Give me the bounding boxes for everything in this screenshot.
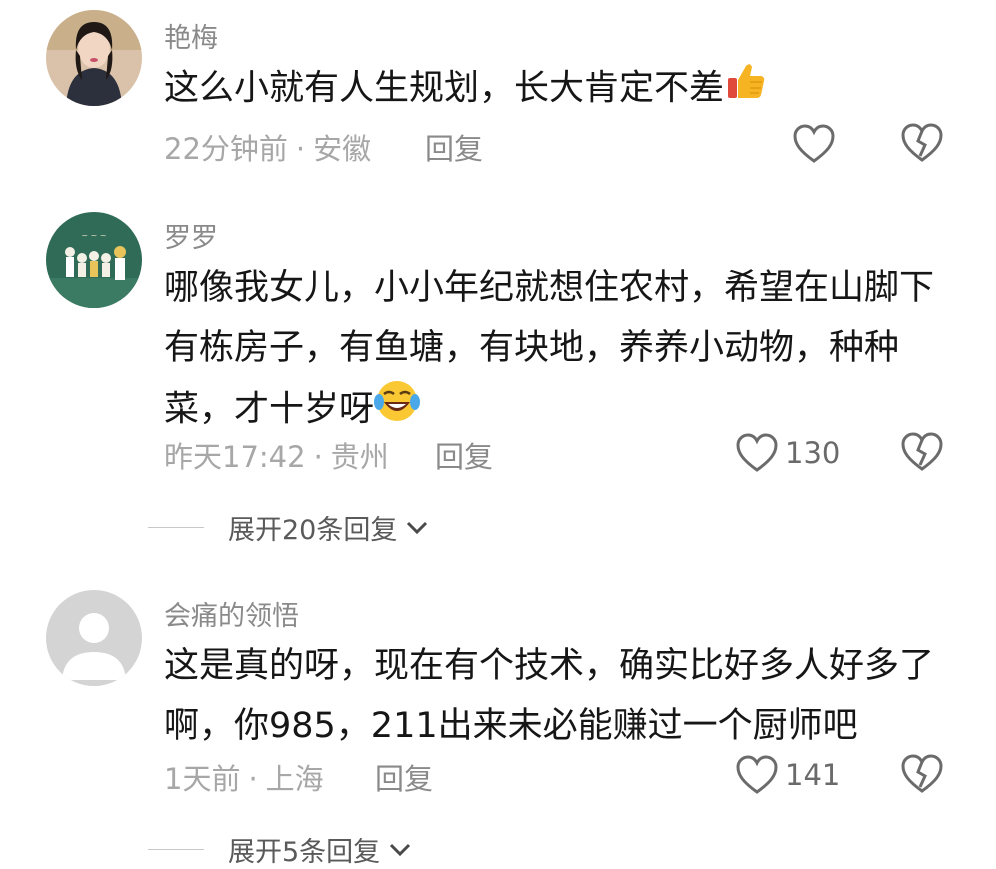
dislike-button[interactable]	[900, 431, 944, 475]
expand-replies-label: 展开5条回复	[228, 837, 381, 868]
broken-heart-icon	[901, 754, 943, 793]
chevron-down-icon	[407, 521, 428, 534]
separator-dot: ·	[313, 440, 323, 474]
heart-outline-icon	[793, 124, 835, 163]
comment-location: 贵州	[330, 440, 389, 474]
comment-line: 菜，才十岁呀	[164, 389, 375, 430]
svg-text:~ ~ ~: ~ ~ ~	[81, 231, 106, 240]
commenter-name[interactable]: 罗罗	[164, 216, 218, 255]
chevron-down-icon	[390, 843, 411, 856]
reply-button[interactable]: 回复	[435, 434, 493, 476]
like-button[interactable]: 141	[735, 753, 840, 797]
commenter-name[interactable]: 会痛的领悟	[164, 594, 299, 633]
avatar[interactable]	[46, 10, 142, 106]
comment-line: 有栋房子，有鱼塘，有块地，养养小动物，种种	[164, 328, 900, 368]
heart-outline-icon	[736, 755, 778, 794]
expand-replies-label: 展开20条回复	[228, 515, 398, 546]
comment-meta: 1天前 · 上海	[164, 756, 324, 798]
separator-dot: ·	[295, 132, 306, 166]
dislike-button[interactable]	[900, 753, 944, 797]
comment-line: 啊，你985，211出来未必能赚过一个厨师吧	[164, 706, 858, 746]
reply-button[interactable]: 回复	[425, 126, 483, 168]
like-count: 130	[785, 436, 841, 470]
divider-line	[148, 527, 204, 528]
like-button[interactable]: 130	[735, 431, 840, 475]
comment-line: 这么小就有人生规划，长大肯定不差	[164, 68, 725, 109]
comment-text: 这是真的呀，现在有个技术，确实比好多人好多了 啊，你985，211出来未必能赚过…	[164, 636, 934, 756]
comment-time: 昨天17:42	[164, 440, 306, 474]
comment-time: 22分钟前	[164, 132, 288, 166]
avatar[interactable]	[46, 590, 142, 686]
expand-replies-button[interactable]: 展开20条回复	[148, 508, 429, 547]
reply-button[interactable]: 回复	[375, 756, 433, 798]
comment-line: 哪像我女儿，小小年纪就想住农村，希望在山脚下	[164, 268, 935, 308]
broken-heart-icon	[901, 123, 943, 162]
dislike-button[interactable]	[900, 122, 944, 166]
like-count: 141	[785, 758, 841, 792]
comment-meta: 22分钟前 · 安徽	[164, 126, 371, 168]
broken-heart-icon	[901, 432, 943, 471]
thumbs-up-icon	[724, 58, 768, 121]
comment-line: 这是真的呀，现在有个技术，确实比好多人好多了	[164, 646, 935, 686]
separator-dot: ·	[248, 762, 258, 796]
heart-outline-icon	[736, 433, 778, 472]
like-button[interactable]	[792, 122, 836, 166]
comment-location: 安徽	[313, 132, 372, 166]
comment-text: 这么小就有人生规划，长大肯定不差	[164, 58, 768, 121]
commenter-name[interactable]: 艳梅	[164, 16, 218, 55]
comment-text: 哪像我女儿，小小年纪就想住农村，希望在山脚下 有栋房子，有鱼塘，有块地，养养小动…	[164, 258, 934, 443]
comment-location: 上海	[265, 762, 324, 796]
comment-meta: 昨天17:42 · 贵州	[164, 434, 389, 476]
comment-time: 1天前	[164, 762, 241, 796]
divider-line	[148, 849, 204, 850]
expand-replies-button[interactable]: 展开5条回复	[148, 830, 412, 869]
avatar[interactable]: ~ ~ ~	[46, 212, 142, 308]
